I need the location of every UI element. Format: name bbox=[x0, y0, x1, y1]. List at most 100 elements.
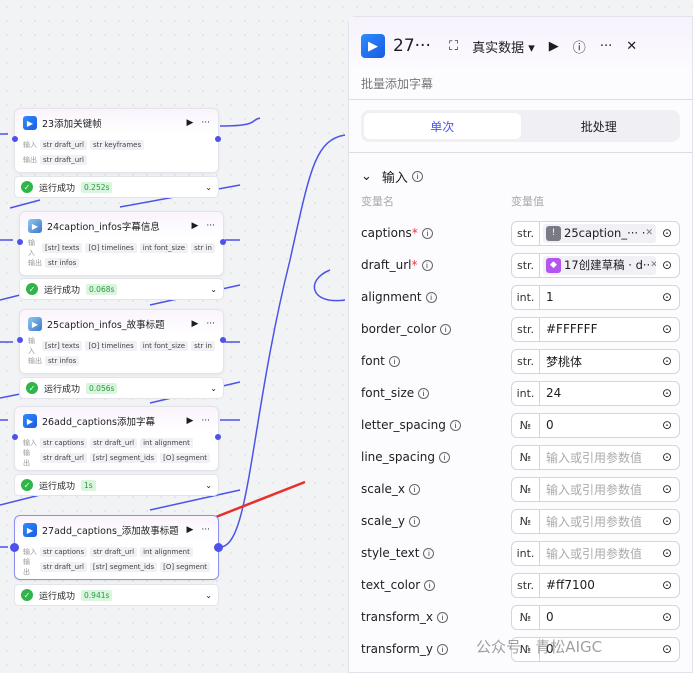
param-input[interactable]: str. #FFFFFF ⊙ bbox=[511, 316, 680, 342]
data-mode-select[interactable]: 真实数据 ▾ bbox=[472, 37, 535, 56]
more-icon[interactable]: ··· bbox=[201, 118, 210, 128]
variable-reference-icon[interactable]: ⊙ bbox=[659, 578, 675, 592]
reference-chip[interactable]: ◆ 17创建草稿 · d·· ✕ bbox=[543, 255, 656, 275]
variable-reference-icon[interactable]: ⊙ bbox=[659, 322, 675, 336]
input-port[interactable] bbox=[10, 543, 19, 552]
workflow-node[interactable]: ▶ 24caption_infos字幕信息 ▶ ··· 输入 [str] texts [O]… bbox=[17, 211, 226, 276]
output-port[interactable] bbox=[215, 136, 221, 142]
run-icon[interactable]: ▶ bbox=[186, 416, 193, 426]
node-title: 26add_captions添加字幕 bbox=[42, 417, 155, 428]
io-label: 输出 bbox=[28, 258, 42, 267]
run-status-bar[interactable]: ✓ 运行成功 0.056s ⌄ bbox=[19, 377, 224, 399]
more-icon[interactable]: ··· bbox=[206, 221, 215, 231]
reference-chip[interactable]: ! 25caption_··· · ✕ bbox=[543, 223, 656, 243]
status-text: 运行成功 bbox=[39, 183, 76, 194]
param-input[interactable]: str. ◆ 17创建草稿 · d·· ✕ ⊙ bbox=[511, 252, 680, 278]
param-input[interactable]: int. 输入或引用参数值 ⊙ bbox=[511, 540, 680, 566]
output-port[interactable] bbox=[220, 239, 226, 245]
chevron-down-icon[interactable]: ⌄ bbox=[205, 481, 212, 490]
close-icon[interactable]: ✕ bbox=[626, 39, 637, 54]
video-icon: ▶ bbox=[23, 116, 37, 130]
node-header: ▶ 27add_captions_添加故事标题 ▶ ··· bbox=[15, 516, 218, 544]
node-title: 24caption_infos字幕信息 bbox=[47, 222, 160, 233]
chevron-down-icon[interactable]: ⌄ bbox=[210, 384, 217, 393]
type-badge: str. bbox=[512, 349, 540, 373]
tab-single[interactable]: 单次 bbox=[364, 113, 521, 139]
reference-node-icon: ! bbox=[546, 225, 561, 241]
variable-reference-icon[interactable]: ⊙ bbox=[659, 386, 675, 400]
remove-icon[interactable]: ✕ bbox=[650, 260, 656, 270]
param-input[interactable]: № 0 ⊙ bbox=[511, 412, 680, 438]
param-input[interactable]: str. 梦桃体 ⊙ bbox=[511, 348, 680, 374]
tab-batch[interactable]: 批处理 bbox=[521, 113, 678, 139]
more-icon[interactable]: ··· bbox=[600, 39, 612, 54]
variable-reference-icon[interactable]: ⊙ bbox=[659, 482, 675, 496]
input-port[interactable] bbox=[17, 337, 23, 343]
param-input[interactable]: № 输入或引用参数值 ⊙ bbox=[511, 444, 680, 470]
run-status-bar[interactable]: ✓ 运行成功 0.068s ⌄ bbox=[19, 278, 224, 300]
param-input[interactable]: int. 24 ⊙ bbox=[511, 380, 680, 406]
plugin-icon: ▶ bbox=[28, 317, 42, 331]
more-icon[interactable]: ··· bbox=[201, 525, 210, 535]
chevron-down-icon[interactable]: ⌄ bbox=[210, 285, 217, 294]
workflow-node[interactable]: ▶ 26add_captions添加字幕 ▶ ··· 输入 str captions str… bbox=[12, 406, 221, 471]
output-port[interactable] bbox=[214, 543, 223, 552]
info-icon: i bbox=[418, 388, 430, 399]
info-icon: i bbox=[436, 644, 448, 655]
type-badge: str. bbox=[512, 221, 540, 245]
variable-reference-icon[interactable]: ⊙ bbox=[659, 450, 675, 464]
param-value: #FFFFFF bbox=[546, 322, 598, 336]
run-status-bar[interactable]: ✓ 运行成功 0.941s ⌄ bbox=[14, 584, 219, 606]
run-icon[interactable]: ▶ bbox=[191, 319, 198, 329]
param-input[interactable]: int. 1 ⊙ bbox=[511, 284, 680, 310]
check-icon: ✓ bbox=[21, 181, 33, 193]
node-title: 25caption_infos_故事标题 bbox=[47, 320, 165, 331]
variable-reference-icon[interactable]: ⊙ bbox=[659, 514, 675, 528]
help-icon[interactable]: ⓘ bbox=[573, 37, 586, 56]
run-button[interactable]: ▶ bbox=[549, 39, 559, 54]
workflow-node[interactable]: ▶ 25caption_infos_故事标题 ▶ ··· 输入 [str] texts [O… bbox=[17, 309, 226, 374]
input-port[interactable] bbox=[17, 239, 23, 245]
input-port[interactable] bbox=[12, 434, 18, 440]
param-input[interactable]: str. #ff7100 ⊙ bbox=[511, 572, 680, 598]
more-icon[interactable]: ··· bbox=[201, 416, 210, 426]
param-tag: str infos bbox=[45, 355, 80, 366]
test-data-icon[interactable]: ⛶ bbox=[449, 39, 458, 54]
param-tag: str draft_url bbox=[39, 452, 87, 463]
variable-reference-icon[interactable]: ⊙ bbox=[659, 258, 675, 272]
variable-reference-icon[interactable]: ⊙ bbox=[659, 290, 675, 304]
variable-reference-icon[interactable]: ⊙ bbox=[659, 418, 675, 432]
input-port[interactable] bbox=[12, 136, 18, 142]
param-value: 24 bbox=[546, 386, 562, 400]
run-status-bar[interactable]: ✓ 运行成功 1s ⌄ bbox=[14, 474, 219, 496]
type-badge: str. bbox=[512, 573, 540, 597]
node-header: ▶ 23添加关键帧 ▶ ··· bbox=[15, 109, 218, 137]
variable-reference-icon[interactable]: ⊙ bbox=[659, 546, 675, 560]
output-port[interactable] bbox=[215, 434, 221, 440]
variable-reference-icon[interactable]: ⊙ bbox=[659, 226, 675, 240]
param-placeholder: 输入或引用参数值 bbox=[546, 450, 643, 465]
duration-badge: 0.252s bbox=[81, 181, 113, 193]
workflow-node[interactable]: ▶ 27add_captions_添加故事标题 ▶ ··· 输入 str captions… bbox=[10, 515, 223, 580]
collapse-chevron-icon[interactable]: ⌄ bbox=[361, 169, 372, 184]
run-icon[interactable]: ▶ bbox=[191, 221, 198, 231]
variable-reference-icon[interactable]: ⊙ bbox=[659, 642, 675, 656]
param-row: font i str. 梦桃体 ⊙ bbox=[349, 345, 693, 377]
param-input[interactable]: № 输入或引用参数值 ⊙ bbox=[511, 508, 680, 534]
chevron-down-icon[interactable]: ⌄ bbox=[205, 183, 212, 192]
remove-icon[interactable]: ✕ bbox=[645, 228, 653, 238]
run-icon[interactable]: ▶ bbox=[186, 525, 193, 535]
param-input[interactable]: № 0 ⊙ bbox=[511, 604, 680, 630]
variable-reference-icon[interactable]: ⊙ bbox=[659, 610, 675, 624]
duration-badge: 0.068s bbox=[86, 283, 118, 295]
variable-reference-icon[interactable]: ⊙ bbox=[659, 354, 675, 368]
chevron-down-icon[interactable]: ⌄ bbox=[205, 591, 212, 600]
run-icon[interactable]: ▶ bbox=[186, 118, 193, 128]
run-status-bar[interactable]: ✓ 运行成功 0.252s ⌄ bbox=[14, 176, 219, 198]
param-input[interactable]: № 输入或引用参数值 ⊙ bbox=[511, 476, 680, 502]
param-input[interactable]: str.! 25caption_··· · ✕ ⊙ bbox=[511, 220, 680, 246]
param-tag: str in bbox=[191, 340, 215, 351]
output-port[interactable] bbox=[220, 337, 226, 343]
more-icon[interactable]: ··· bbox=[206, 319, 215, 329]
workflow-node[interactable]: ▶ 23添加关键帧 ▶ ··· 输入 str draft_url str keyframes… bbox=[12, 108, 221, 173]
